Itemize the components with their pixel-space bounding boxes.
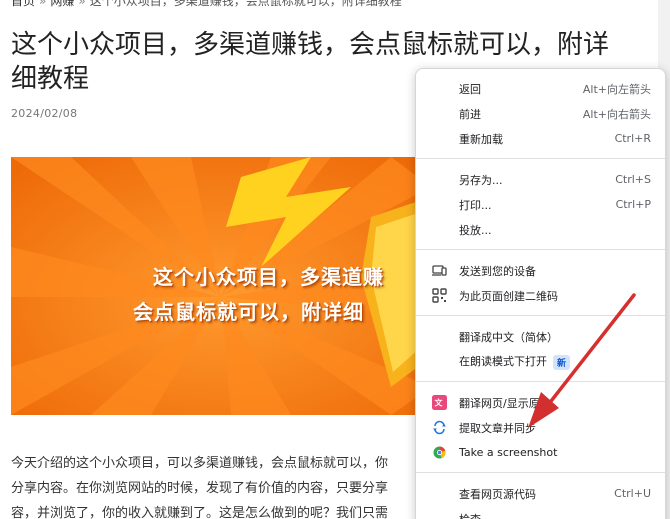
article-banner-image: 这个小众项目，多渠道赚 会点鼠标就可以，附详细 [11,157,431,415]
menu-divider [416,249,665,250]
menu-item-label: 重新加载 [459,132,503,146]
menu-item-label: 提取文章并同步 [459,421,536,435]
browser-context-menu: 返回 Alt+向左箭头 前进 Alt+向右箭头 重新加载 Ctrl+R 另存为.… [415,68,666,519]
menu-item-view-source[interactable]: 查看网页源代码 Ctrl+U [416,481,665,506]
menu-item-shortcut: Ctrl+U [614,487,651,500]
new-badge: 新 [553,354,571,370]
menu-item-shortcut: Ctrl+P [615,198,651,211]
menu-item-forward[interactable]: 前进 Alt+向右箭头 [416,101,665,126]
menu-divider [416,315,665,316]
menu-item-shortcut: Ctrl+R [614,132,651,145]
menu-item-label: 检查 [459,512,481,519]
menu-item-label: 另存为... [459,173,503,187]
devices-icon [432,263,447,278]
breadcrumb-separator: » [78,0,86,8]
menu-item-shortcut: Alt+向左箭头 [582,82,651,96]
banner-headline-line-2: 会点鼠标就可以，附详细 [133,300,364,324]
menu-item-print[interactable]: 打印... Ctrl+P [416,192,665,217]
menu-item-label: 打印... [459,198,492,212]
menu-item-label: 投放... [459,223,492,237]
menu-divider [416,472,665,473]
menu-item-label: Take a screenshot [459,446,558,459]
breadcrumb-current: 这个小众项目，多渠道赚钱，会点鼠标就可以，附详细教程 [89,0,402,8]
menu-item-label-with-badge: 在朗读模式下打开新 [459,353,651,370]
menu-item-qr-code[interactable]: 为此页面创建二维码 [416,283,665,308]
breadcrumb-category-link[interactable]: 网赚 [50,0,74,8]
menu-item-translate-chinese[interactable]: 翻译成中文（简体） [416,324,665,349]
menu-item-label: 翻译成中文（简体） [459,330,558,344]
menu-item-back[interactable]: 返回 Alt+向左箭头 [416,76,665,101]
menu-item-send-to-devices[interactable]: 发送到您的设备 [416,258,665,283]
menu-item-label: 在朗读模式下打开 [459,355,547,369]
menu-divider [416,381,665,382]
menu-item-inspect[interactable]: 检查 [416,506,665,519]
menu-item-shortcut: Ctrl+S [615,173,651,186]
breadcrumb: 首页» 网赚» 这个小众项目，多渠道赚钱，会点鼠标就可以，附详细教程 [11,0,402,9]
menu-item-save-as[interactable]: 另存为... Ctrl+S [416,167,665,192]
banner-headline-line-1: 这个小众项目，多渠道赚 [153,265,384,289]
menu-item-extract-article[interactable]: 提取文章并同步 [416,415,665,440]
translate-icon: 文 [432,395,447,410]
menu-item-label: 返回 [459,82,481,96]
sync-icon [432,420,447,435]
menu-item-label: 为此页面创建二维码 [459,289,558,303]
menu-item-label: 前进 [459,107,481,121]
menu-item-label: 翻译网页/显示原文 [459,396,551,410]
menu-item-translate-page[interactable]: 文 翻译网页/显示原文 [416,390,665,415]
breadcrumb-home-link[interactable]: 首页 [11,0,35,8]
breadcrumb-separator: » [39,0,47,8]
screenshot-icon [432,445,447,460]
menu-item-label: 发送到您的设备 [459,264,536,278]
menu-item-cast[interactable]: 投放... [416,217,665,242]
menu-item-reading-mode[interactable]: 在朗读模式下打开新 [416,349,665,374]
menu-item-reload[interactable]: 重新加载 Ctrl+R [416,126,665,151]
qr-code-icon [432,288,447,303]
post-date: 2024/02/08 [11,107,78,120]
menu-item-shortcut: Alt+向右箭头 [582,107,651,121]
menu-item-take-screenshot[interactable]: Take a screenshot [416,440,665,465]
menu-item-label: 查看网页源代码 [459,487,536,501]
svg-text:文: 文 [435,398,444,408]
menu-divider [416,158,665,159]
